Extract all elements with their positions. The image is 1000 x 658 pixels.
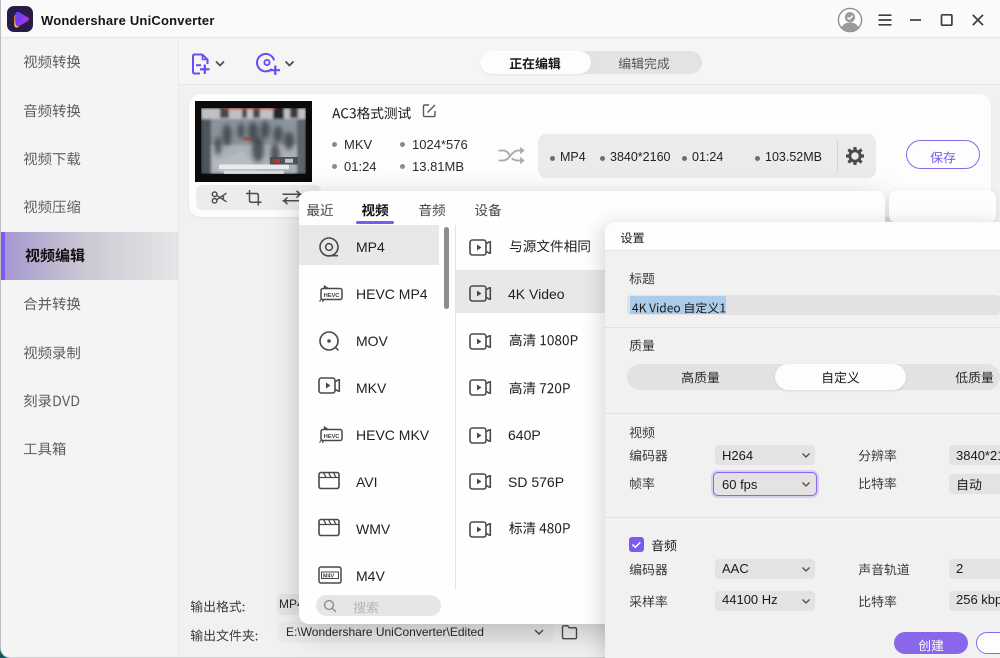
svg-text:M4V: M4V xyxy=(323,574,334,580)
svg-text:HEVC: HEVC xyxy=(324,434,340,440)
svg-text:HEVC: HEVC xyxy=(324,293,340,299)
